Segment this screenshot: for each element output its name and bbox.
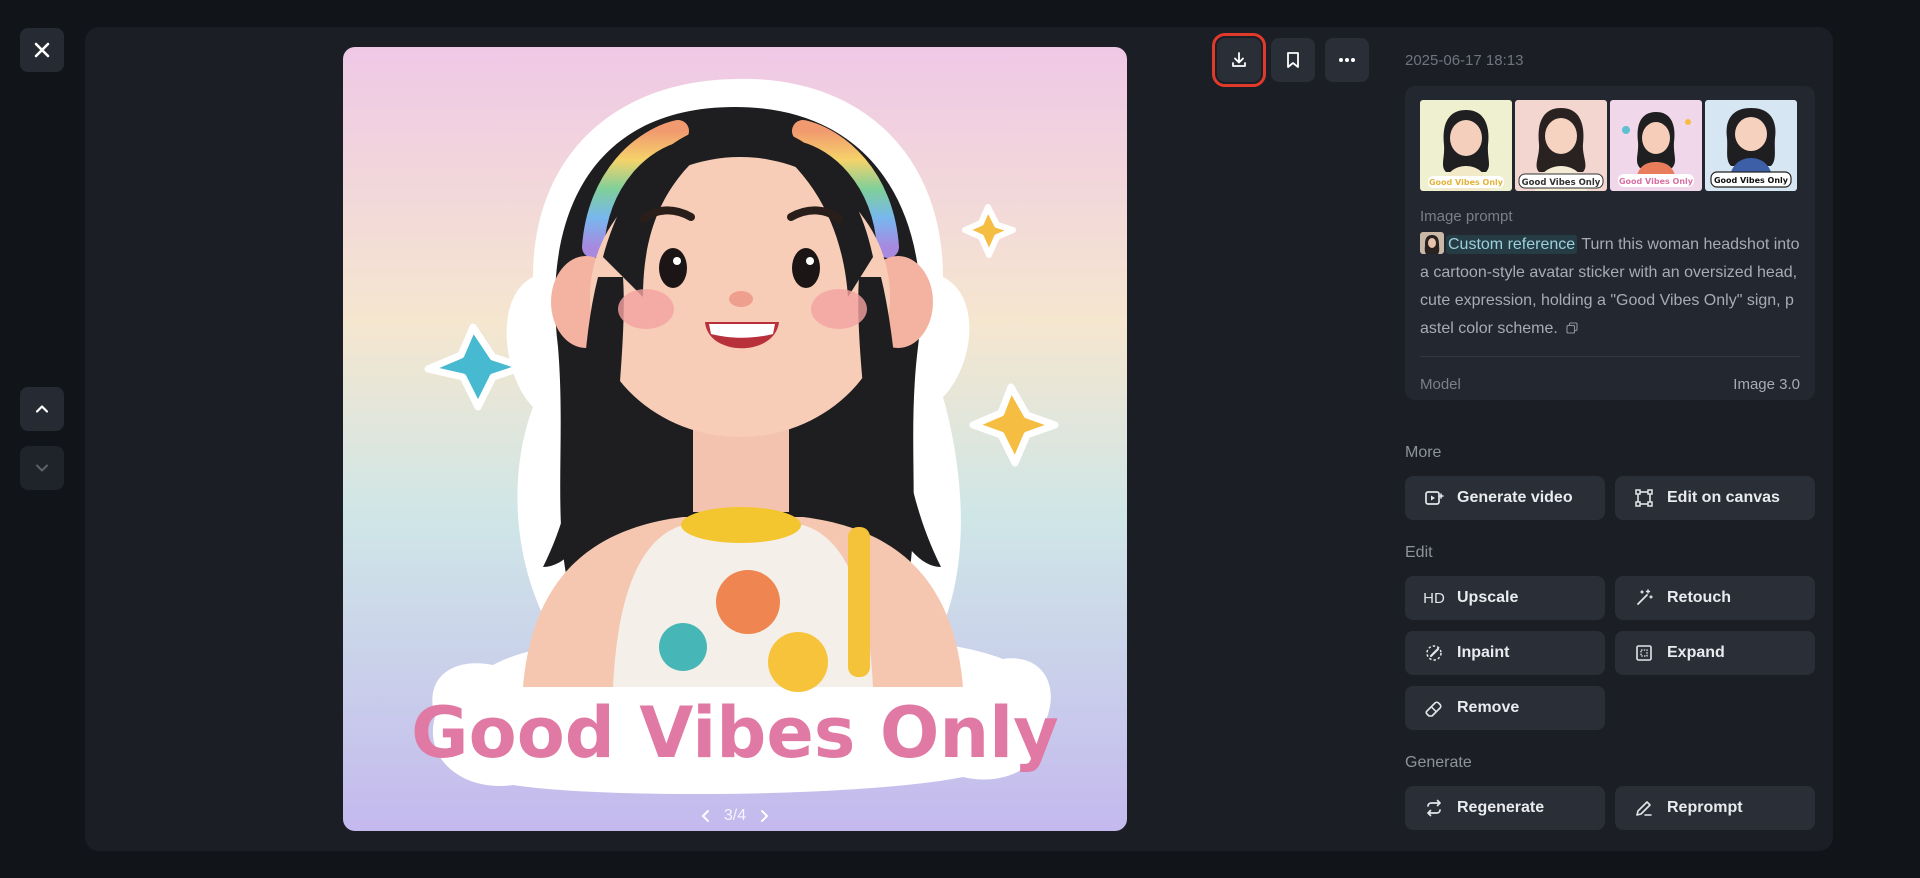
expand-label: Expand [1667,644,1725,661]
thumbnail-sign: Good Vibes Only [1619,177,1694,186]
close-icon [34,42,50,58]
image-pager: 3/4 [343,807,1127,825]
regenerate-icon [1423,797,1445,819]
thumbnail-4[interactable]: Good Vibes Only [1705,100,1797,191]
model-value: Image 3.0 [1733,376,1800,393]
pager-prev-icon[interactable] [700,809,712,823]
section-generate: Generate [1405,754,1472,771]
retouch-label: Retouch [1667,589,1731,606]
reprompt-label: Reprompt [1667,799,1743,816]
generated-image[interactable]: Good Vibes Only 3/4 [343,47,1127,831]
generate-video-button[interactable]: Generate video [1405,476,1605,520]
more-options-button[interactable] [1325,38,1369,82]
sign-text: Good Vibes Only [411,692,1059,774]
generate-video-label: Generate video [1457,489,1573,506]
thumbnail-sign: Good Vibes Only [1429,178,1504,187]
more-icon [1339,58,1355,62]
magic-wand-icon [1633,587,1655,609]
section-more: More [1405,444,1442,461]
reprompt-button[interactable]: Reprompt [1615,786,1815,830]
close-button[interactable] [20,28,64,72]
prompt-card: Good Vibes Only Good Vibes Only Good Vib… [1405,86,1815,400]
inpaint-label: Inpaint [1457,644,1510,661]
upscale-label: Upscale [1457,589,1519,606]
bookmark-button[interactable] [1271,38,1315,82]
regenerate-button[interactable]: Regenerate [1405,786,1605,830]
bookmark-icon [1287,52,1299,68]
prompt-label: Image prompt [1420,208,1513,225]
edit-on-canvas-label: Edit on canvas [1667,489,1780,506]
download-icon [1232,52,1246,67]
previous-image-button[interactable] [20,387,64,431]
custom-reference-tag[interactable]: Custom reference [1446,235,1578,254]
inpaint-button[interactable]: Inpaint [1405,631,1605,675]
brush-icon [1423,642,1445,664]
thumbnail-sign: Good Vibes Only [1714,176,1789,185]
creation-date: 2025-06-17 18:13 [1405,52,1524,69]
model-label: Model [1420,376,1461,393]
retouch-button[interactable]: Retouch [1615,576,1815,620]
copy-icon[interactable] [1566,322,1578,334]
canvas-icon [1633,487,1655,509]
divider [1420,356,1800,357]
edit-on-canvas-button[interactable]: Edit on canvas [1615,476,1815,520]
expand-button[interactable]: Expand [1615,631,1815,675]
thumbnail-strip: Good Vibes Only Good Vibes Only Good Vib… [1420,100,1797,191]
model-row: Model Image 3.0 [1420,376,1800,393]
eraser-icon [1423,697,1445,719]
hd-icon: HD [1423,589,1445,607]
next-image-button[interactable] [20,446,64,490]
chevron-down-icon [36,464,48,472]
thumbnail-1[interactable]: Good Vibes Only [1420,100,1512,191]
reference-avatar[interactable] [1420,232,1444,254]
sticker-illustration: Good Vibes Only [343,47,1127,831]
section-edit: Edit [1405,544,1433,561]
pager-text: 3/4 [723,807,747,824]
thumbnail-3[interactable]: Good Vibes Only [1610,100,1702,191]
thumbnail-2[interactable]: Good Vibes Only [1515,100,1607,191]
chevron-up-icon [35,405,49,413]
expand-icon [1633,642,1655,664]
video-generate-icon [1423,487,1445,509]
upscale-button[interactable]: HD Upscale [1405,576,1605,620]
prompt-text: Custom reference Turn this woman headsho… [1420,231,1800,343]
pager-next-icon[interactable] [758,809,770,823]
remove-button[interactable]: Remove [1405,686,1605,730]
regenerate-label: Regenerate [1457,799,1545,816]
pencil-icon [1633,797,1655,819]
download-button[interactable] [1212,33,1266,87]
remove-label: Remove [1457,699,1520,716]
thumbnail-sign: Good Vibes Only [1522,178,1601,188]
